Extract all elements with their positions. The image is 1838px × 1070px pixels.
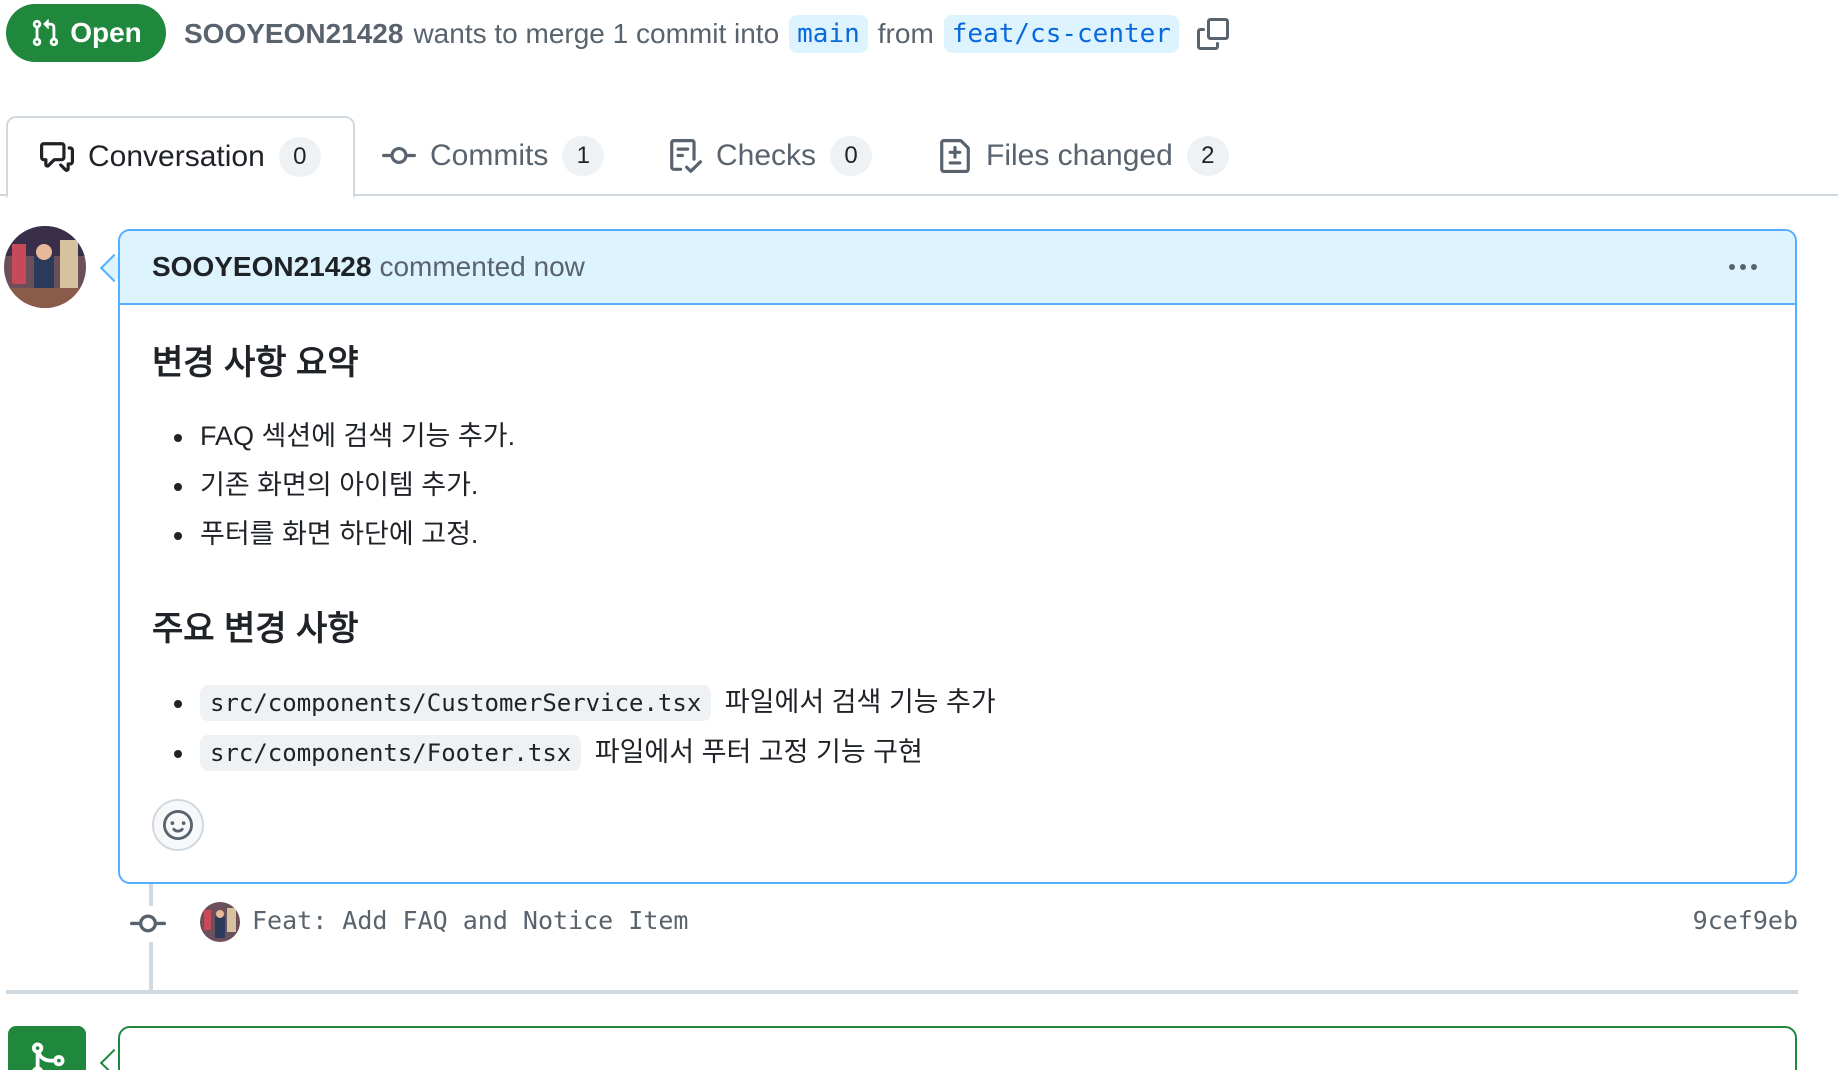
commit-author-avatar[interactable] bbox=[200, 902, 240, 942]
pr-tabs: Conversation 0 Commits 1 Checks 0 Files … bbox=[0, 116, 1838, 198]
tab-files-changed-count: 2 bbox=[1186, 136, 1229, 176]
timeline-commit: Feat: Add FAQ and Notice Item 9cef9eb bbox=[130, 900, 1798, 948]
list-item: FAQ 섹션에 검색 기능 추가. bbox=[152, 412, 1765, 461]
list-item: src/components/CustomerService.tsx 파일에서 … bbox=[152, 678, 1765, 728]
file-path-code: src/components/Footer.tsx bbox=[200, 735, 582, 771]
change-description: 파일에서 푸터 고정 기능 구현 bbox=[594, 737, 923, 767]
copy-icon bbox=[1196, 18, 1229, 50]
comment-author-link[interactable]: SOOYEON21428 bbox=[152, 251, 371, 283]
comment-options-button[interactable] bbox=[1721, 252, 1765, 282]
summary-list: FAQ 섹션에 검색 기능 추가. 기존 화면의 아이템 추가. 푸터를 화면 … bbox=[152, 412, 1765, 559]
list-item: 푸터를 화면 하단에 고정. bbox=[152, 510, 1765, 559]
git-commit-icon bbox=[130, 914, 166, 933]
tab-commits-count: 1 bbox=[562, 136, 605, 176]
avatar-image bbox=[4, 226, 86, 308]
avatar-image bbox=[200, 902, 240, 942]
change-description: 파일에서 검색 기능 추가 bbox=[724, 687, 996, 717]
changes-list: src/components/CustomerService.tsx 파일에서 … bbox=[152, 678, 1765, 778]
tab-checks[interactable]: Checks 0 bbox=[668, 116, 873, 196]
from-text: from bbox=[877, 18, 934, 49]
pr-description-comment: SOOYEON21428 commented now 변경 사항 요약 FAQ … bbox=[118, 229, 1797, 884]
pr-state-label: Open bbox=[70, 17, 142, 48]
merge-summary: SOOYEON21428 wants to merge 1 commit int… bbox=[184, 14, 1231, 54]
comment-header: SOOYEON21428 commented now bbox=[120, 231, 1795, 305]
file-path-code: src/components/CustomerService.tsx bbox=[200, 685, 712, 721]
merge-text: wants to merge 1 commit into bbox=[413, 18, 780, 49]
changes-heading: 주요 변경 사항 bbox=[152, 610, 359, 648]
commit-sha-link[interactable]: 9cef9eb bbox=[1693, 906, 1798, 935]
tab-commits-label: Commits bbox=[430, 139, 549, 172]
kebab-dot-icon bbox=[1751, 264, 1757, 270]
pr-state-badge: Open bbox=[6, 4, 166, 62]
kebab-dot-icon bbox=[1740, 264, 1746, 270]
kebab-dot-icon bbox=[1729, 264, 1735, 270]
tab-conversation-count: 0 bbox=[278, 137, 321, 177]
tab-commits[interactable]: Commits 1 bbox=[382, 116, 605, 196]
comment-timestamp: commented now bbox=[379, 251, 585, 282]
git-merge-icon bbox=[32, 1042, 65, 1070]
tab-checks-count: 0 bbox=[830, 136, 873, 176]
tab-files-changed[interactable]: Files changed 2 bbox=[938, 116, 1229, 196]
tab-checks-label: Checks bbox=[716, 139, 817, 172]
commit-message-link[interactable]: Feat: Add FAQ and Notice Item bbox=[252, 906, 689, 935]
list-item: 기존 화면의 아이템 추가. bbox=[152, 461, 1765, 510]
git-commit-icon bbox=[382, 146, 416, 164]
list-item: src/components/Footer.tsx 파일에서 푸터 고정 기능 … bbox=[152, 728, 1765, 778]
merge-status-icon-box bbox=[8, 1026, 86, 1070]
tab-files-changed-label: Files changed bbox=[986, 139, 1173, 172]
pr-author-link[interactable]: SOOYEON21428 bbox=[184, 18, 403, 50]
checklist-icon bbox=[670, 139, 702, 173]
comment-body: 변경 사항 요약 FAQ 섹션에 검색 기능 추가. 기존 화면의 아이템 추가… bbox=[120, 305, 1795, 778]
tab-conversation[interactable]: Conversation 0 bbox=[6, 116, 355, 198]
add-reaction-button[interactable] bbox=[152, 799, 204, 851]
pr-header: Open SOOYEON21428 wants to merge 1 commi… bbox=[0, 0, 1838, 70]
git-pull-request-icon bbox=[33, 19, 59, 47]
summary-heading: 변경 사항 요약 bbox=[152, 344, 359, 382]
base-branch[interactable]: main bbox=[789, 15, 868, 53]
tab-conversation-label: Conversation bbox=[88, 140, 265, 173]
copy-branch-button[interactable] bbox=[1195, 16, 1231, 52]
comment-author-avatar[interactable] bbox=[4, 226, 86, 308]
head-branch[interactable]: feat/cs-center bbox=[943, 15, 1179, 53]
commit-node bbox=[130, 906, 170, 942]
file-diff-icon bbox=[940, 139, 970, 173]
merge-box bbox=[118, 1026, 1797, 1070]
timeline-divider bbox=[6, 990, 1798, 994]
comment-discussion-icon bbox=[40, 142, 74, 172]
smiley-icon bbox=[163, 810, 193, 840]
